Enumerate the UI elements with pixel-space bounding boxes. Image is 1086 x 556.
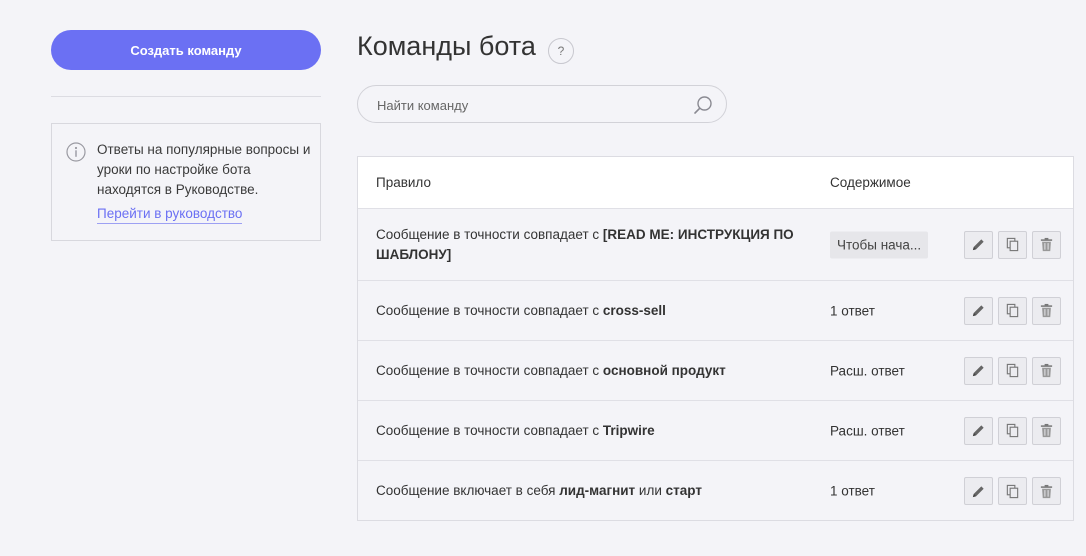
info-icon bbox=[66, 142, 86, 162]
help-question-button[interactable]: ? bbox=[548, 38, 574, 64]
table-header: Правило Содержимое bbox=[358, 157, 1073, 209]
pencil-icon bbox=[972, 239, 984, 251]
copy-icon bbox=[1006, 363, 1019, 378]
table-row[interactable]: Сообщение включает в себя лид-магнит или… bbox=[358, 461, 1073, 521]
trash-icon bbox=[1040, 484, 1053, 498]
search-input[interactable] bbox=[377, 95, 677, 115]
edit-button[interactable] bbox=[964, 356, 993, 385]
rule-text: Сообщение в точности совпадает с cross-s… bbox=[376, 302, 666, 318]
table-row[interactable]: Сообщение в точности совпадает с Tripwir… bbox=[358, 401, 1073, 461]
header-content: Содержимое bbox=[830, 175, 911, 190]
create-command-button[interactable]: Создать команду bbox=[51, 30, 321, 70]
copy-icon bbox=[1006, 423, 1019, 438]
edit-button[interactable] bbox=[964, 416, 993, 445]
pencil-icon bbox=[972, 425, 984, 437]
rule-text: Сообщение в точности совпадает с [READ M… bbox=[376, 226, 794, 262]
copy-button[interactable] bbox=[998, 477, 1027, 505]
trash-icon bbox=[1040, 423, 1053, 438]
delete-button[interactable] bbox=[1032, 416, 1061, 445]
row-actions bbox=[964, 230, 1061, 259]
guide-link[interactable]: Перейти в руководство bbox=[97, 205, 243, 224]
copy-button[interactable] bbox=[998, 230, 1027, 259]
delete-button[interactable] bbox=[1032, 356, 1061, 385]
trash-icon bbox=[1040, 363, 1053, 378]
rule-text: Сообщение включает в себя лид-магнит или… bbox=[376, 483, 702, 498]
copy-button[interactable] bbox=[998, 416, 1027, 445]
trash-icon bbox=[1040, 303, 1053, 318]
copy-icon bbox=[1006, 484, 1019, 498]
trash-icon bbox=[1040, 237, 1053, 252]
copy-button[interactable] bbox=[998, 356, 1027, 385]
rule-text: Сообщение в точности совпадает с Tripwir… bbox=[376, 422, 655, 438]
sidebar-divider bbox=[51, 96, 321, 97]
row-actions bbox=[964, 356, 1061, 385]
table-row[interactable]: Сообщение в точности совпадает с основно… bbox=[358, 341, 1073, 401]
header-rule: Правило bbox=[376, 175, 431, 190]
row-actions bbox=[964, 477, 1061, 505]
delete-button[interactable] bbox=[1032, 230, 1061, 259]
content-preview: Чтобы нача... bbox=[830, 231, 929, 258]
rule-text: Сообщение в точности совпадает с основно… bbox=[376, 362, 726, 378]
delete-button[interactable] bbox=[1032, 477, 1061, 505]
edit-button[interactable] bbox=[964, 296, 993, 325]
help-text: Ответы на популярные вопросы и уроки по … bbox=[97, 142, 311, 197]
content-summary: 1 ответ bbox=[830, 303, 875, 318]
search-field bbox=[357, 85, 727, 123]
search-icon[interactable] bbox=[693, 95, 713, 115]
table-row[interactable]: Сообщение в точности совпадает с cross-s… bbox=[358, 281, 1073, 341]
copy-icon bbox=[1006, 303, 1019, 318]
edit-button[interactable] bbox=[964, 230, 993, 259]
row-actions bbox=[964, 296, 1061, 325]
help-box: Ответы на популярные вопросы и уроки по … bbox=[51, 123, 321, 241]
content-summary: 1 ответ bbox=[830, 483, 875, 499]
row-actions bbox=[964, 416, 1061, 445]
content-summary: Расш. ответ bbox=[830, 423, 905, 438]
delete-button[interactable] bbox=[1032, 296, 1061, 325]
pencil-icon bbox=[972, 365, 984, 377]
page-title: Команды бота bbox=[357, 31, 536, 61]
commands-table: Правило Содержимое Сообщение в точности … bbox=[357, 156, 1074, 521]
pencil-icon bbox=[972, 485, 984, 497]
copy-icon bbox=[1006, 237, 1019, 252]
edit-button[interactable] bbox=[964, 477, 993, 505]
table-row[interactable]: Сообщение в точности совпадает с [READ M… bbox=[358, 209, 1073, 281]
pencil-icon bbox=[972, 305, 984, 317]
copy-button[interactable] bbox=[998, 296, 1027, 325]
content-summary: Расш. ответ bbox=[830, 363, 905, 378]
